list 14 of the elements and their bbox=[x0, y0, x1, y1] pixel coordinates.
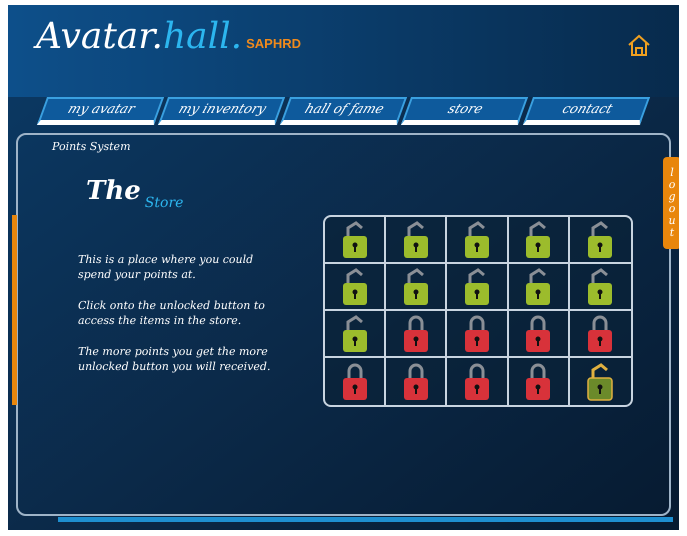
nav-tab[interactable]: hall of fame bbox=[280, 97, 408, 125]
nav-tab[interactable]: contact bbox=[522, 97, 650, 125]
heading-subtitle: Store bbox=[144, 196, 184, 210]
breadcrumb: Points System bbox=[52, 139, 132, 155]
description-text: Click onto the unlocked button to access the items in the store. bbox=[78, 298, 266, 328]
nav-tab[interactable]: store bbox=[401, 97, 529, 125]
nav-tab[interactable]: my inventory bbox=[158, 97, 286, 125]
heading: The bbox=[86, 178, 141, 204]
description-text: The more points you get the more unlocked button you will received. bbox=[78, 344, 272, 374]
home-icon[interactable] bbox=[627, 33, 651, 57]
logo-subtitle: SAPHRD bbox=[246, 34, 301, 52]
logo-text: hall. bbox=[162, 19, 242, 55]
nav-tab[interactable]: my avatar bbox=[36, 97, 164, 125]
description-text: This is a place where you could spend your points at. bbox=[78, 252, 254, 282]
